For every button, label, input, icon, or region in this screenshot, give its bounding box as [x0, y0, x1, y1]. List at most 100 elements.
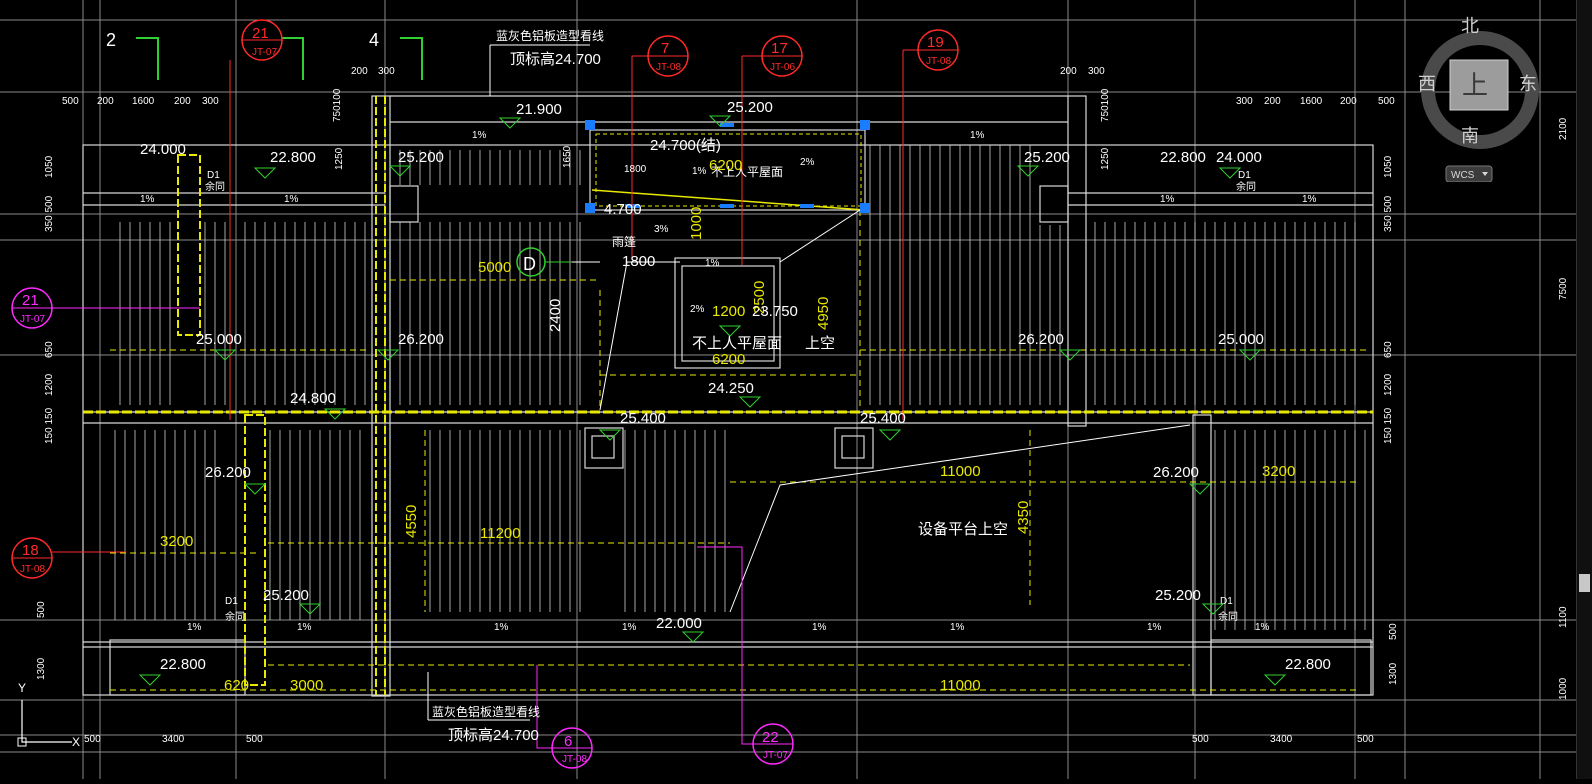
svg-text:500: 500 [1192, 734, 1209, 745]
svg-text:11000: 11000 [940, 463, 981, 480]
svg-text:26.200: 26.200 [1018, 331, 1064, 348]
callout-21-top[interactable]: 21 JT-07 [229, 19, 283, 420]
svg-text:25.000: 25.000 [1218, 331, 1264, 348]
svg-text:JT-07: JT-07 [20, 314, 45, 325]
svg-text:26.200: 26.200 [1153, 464, 1199, 481]
axis-d-label: D [523, 254, 536, 274]
svg-text:1000: 1000 [1558, 677, 1569, 700]
svg-text:2100: 2100 [1558, 117, 1569, 140]
elevation-labels: 21.900 25.200 24.700(结) 24.000 22.800 25… [140, 99, 1331, 673]
callout-6[interactable]: 6 JT-08 [536, 665, 593, 769]
svg-text:4950: 4950 [815, 297, 832, 330]
svg-text:3400: 3400 [162, 734, 185, 745]
svg-text:3200: 3200 [1262, 463, 1295, 480]
compass-icon: 上 北 南 西 东 WCS [1418, 16, 1539, 183]
svg-text:JT-08: JT-08 [20, 564, 45, 575]
svg-text:25.200: 25.200 [727, 99, 773, 116]
svg-text:25.200: 25.200 [1155, 587, 1201, 604]
svg-text:500: 500 [1388, 623, 1399, 640]
svg-text:17: 17 [771, 40, 788, 57]
axis-4-label: 4 [369, 30, 379, 50]
svg-text:D1: D1 [1238, 170, 1251, 181]
svg-text:1%: 1% [705, 258, 720, 269]
svg-text:24.000: 24.000 [140, 141, 186, 158]
svg-text:21: 21 [22, 292, 39, 309]
note-roof-flat-2: 不上人平屋面 [692, 335, 782, 352]
svg-text:3200: 3200 [160, 533, 193, 550]
axis-grid-lines [0, 0, 1576, 779]
svg-text:2500: 2500 [751, 281, 768, 314]
note-void: 上空 [805, 335, 835, 352]
svg-text:D1: D1 [225, 596, 238, 607]
right-edge-dimension-text: 2100 7500 1100 1000 [1558, 117, 1569, 700]
svg-text:11000: 11000 [940, 677, 981, 694]
axis-d-marker: D [516, 247, 572, 277]
svg-text:25.200: 25.200 [398, 149, 444, 166]
svg-text:1%: 1% [812, 622, 827, 633]
svg-text:300: 300 [1236, 96, 1253, 107]
svg-text:150 150: 150 150 [44, 407, 55, 444]
svg-text:Y: Y [18, 681, 26, 695]
svg-text:1%: 1% [284, 194, 299, 205]
svg-text:300: 300 [378, 66, 395, 77]
svg-text:1050: 1050 [44, 155, 55, 178]
svg-text:JT-08: JT-08 [656, 62, 681, 73]
svg-text:1650: 1650 [562, 145, 573, 168]
svg-text:1%: 1% [622, 622, 637, 633]
svg-text:22.800: 22.800 [270, 149, 316, 166]
svg-text:余同: 余同 [1236, 180, 1256, 193]
view-cube[interactable]: 上 北 南 西 东 WCS [1418, 12, 1548, 183]
callout-21-left[interactable]: 21 JT-07 [11, 287, 200, 329]
svg-text:500: 500 [1378, 96, 1395, 107]
svg-text:余同: 余同 [205, 180, 225, 193]
note-top-line1: 蓝灰色铝板造型看线 [496, 28, 604, 43]
svg-text:1300: 1300 [1388, 662, 1399, 685]
svg-text:150 150: 150 150 [1383, 407, 1394, 444]
svg-text:24.000: 24.000 [1216, 149, 1262, 166]
svg-text:750100: 750100 [332, 88, 343, 122]
svg-text:1600: 1600 [132, 96, 155, 107]
svg-text:1200: 1200 [712, 303, 745, 320]
svg-text:1%: 1% [472, 130, 487, 141]
svg-text:300: 300 [202, 96, 219, 107]
svg-text:1000: 1000 [688, 207, 705, 240]
callout-17[interactable]: 17 JT-06 [741, 35, 803, 265]
svg-text:25.200: 25.200 [263, 587, 309, 604]
svg-text:余同: 余同 [225, 610, 245, 623]
roof-plan-drawing: D 2 4 21 JT-07 7 JT-08 17 JT-06 19 JT-08 [0, 0, 1576, 779]
svg-text:19: 19 [927, 34, 944, 51]
vertical-scrollbar[interactable] [1576, 0, 1592, 779]
view-cube-face-label: 上 [1462, 70, 1488, 100]
axis-2-label: 2 [106, 30, 116, 50]
svg-text:4350: 4350 [1015, 501, 1032, 534]
svg-text:25.400: 25.400 [860, 410, 906, 427]
scrollbar-thumb[interactable] [1579, 574, 1590, 592]
compass-south: 南 [1461, 126, 1479, 146]
svg-text:1%: 1% [187, 622, 202, 633]
callout-22[interactable]: 22 JT-07 [697, 546, 794, 765]
svg-text:1%: 1% [1147, 622, 1162, 633]
note-canopy: 雨篷 [612, 234, 636, 249]
svg-text:22.800: 22.800 [1285, 656, 1331, 673]
svg-text:1250: 1250 [334, 147, 345, 170]
note-bottom-line2: 顶标高24.700 [448, 727, 539, 744]
svg-text:300: 300 [1088, 66, 1105, 77]
svg-text:6200: 6200 [709, 157, 742, 174]
note-top-line2: 顶标高24.700 [510, 51, 601, 68]
svg-text:18: 18 [22, 542, 39, 559]
svg-text:200: 200 [1340, 96, 1357, 107]
svg-text:1%: 1% [692, 166, 707, 177]
svg-text:650: 650 [1383, 341, 1394, 358]
svg-text:1200: 1200 [1383, 373, 1394, 396]
svg-text:1%: 1% [1160, 194, 1175, 205]
svg-text:21: 21 [252, 25, 269, 42]
svg-text:1050: 1050 [1383, 155, 1394, 178]
callout-18[interactable]: 18 JT-08 [11, 537, 125, 579]
compass-north: 北 [1461, 16, 1479, 36]
cad-drawing-viewport[interactable]: D 2 4 21 JT-07 7 JT-08 17 JT-06 19 JT-08 [0, 0, 1592, 779]
svg-text:1%: 1% [1255, 622, 1270, 633]
svg-text:25.400: 25.400 [620, 410, 666, 427]
svg-text:2400: 2400 [547, 299, 564, 332]
svg-text:26.200: 26.200 [205, 464, 251, 481]
svg-text:1200: 1200 [44, 373, 55, 396]
